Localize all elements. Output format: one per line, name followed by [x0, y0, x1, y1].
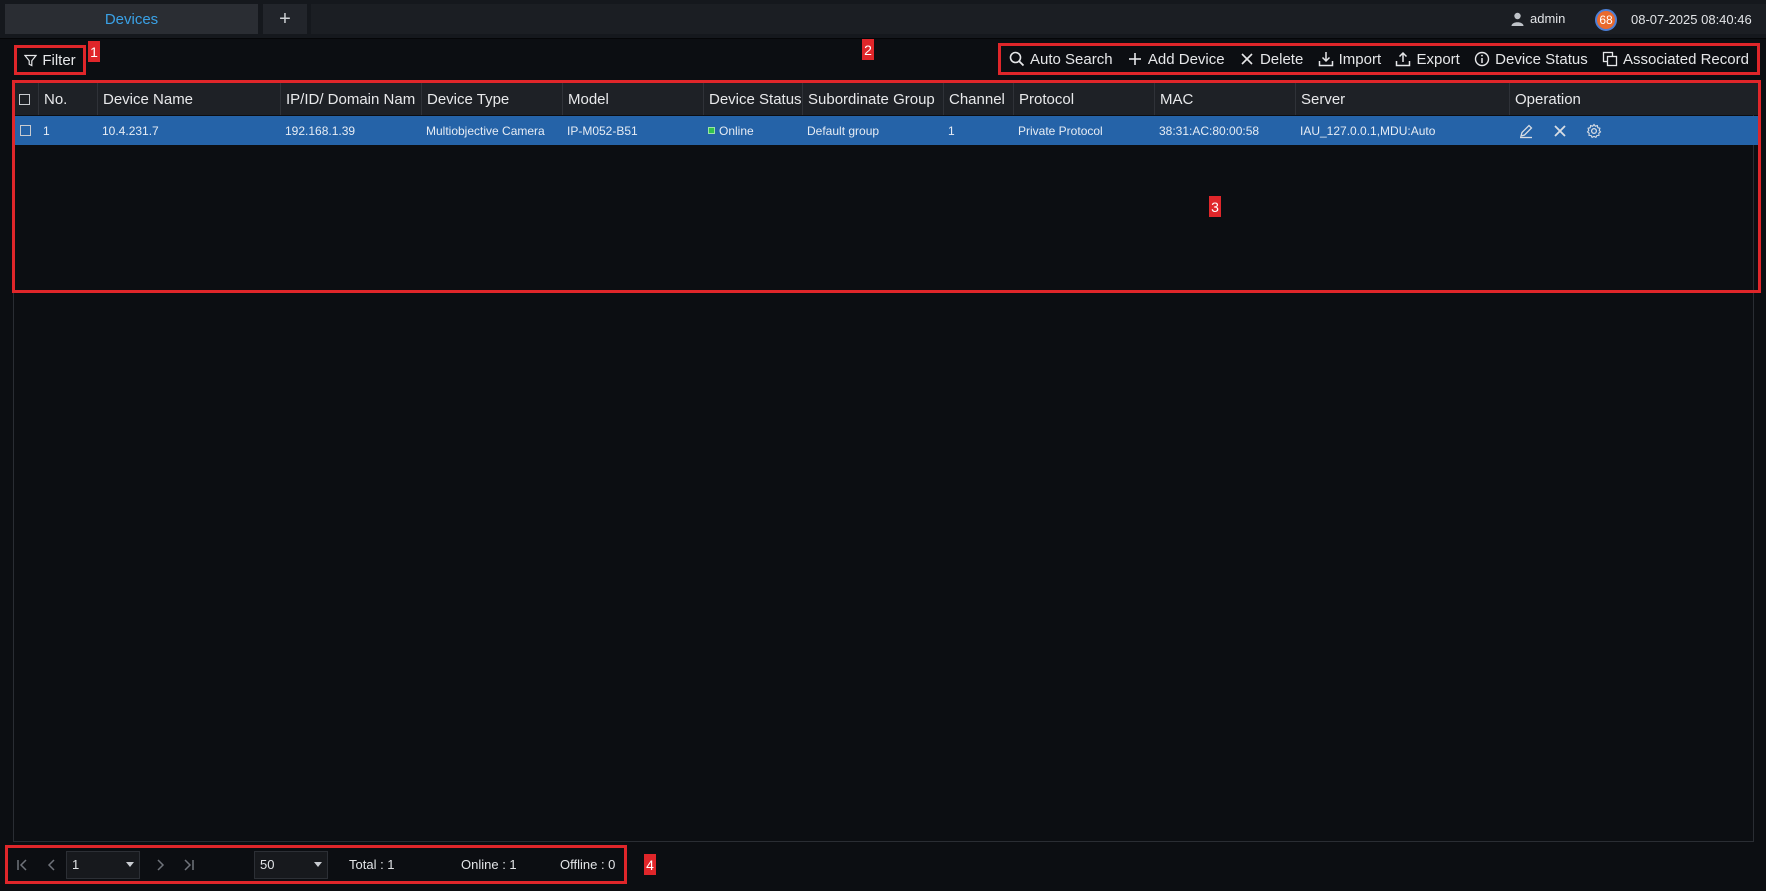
add-tab-button[interactable]: + — [263, 4, 307, 34]
delete-label: Delete — [1259, 50, 1304, 68]
delete-row-icon[interactable] — [1552, 123, 1568, 139]
prev-page-button[interactable] — [38, 858, 66, 872]
info-icon — [1474, 51, 1490, 67]
search-icon — [1009, 51, 1025, 67]
status-text: Online — [719, 123, 754, 138]
checkbox-icon — [19, 93, 30, 105]
filter-button[interactable]: Filter — [14, 45, 86, 75]
cell-device-type: Multiobjective Camera — [426, 123, 545, 138]
import-button[interactable]: Import — [1318, 50, 1382, 68]
page-size-value: 50 — [260, 857, 275, 872]
offline-count: Offline : 0 — [560, 857, 616, 872]
user-icon — [1511, 12, 1524, 26]
add-device-button[interactable]: Add Device — [1127, 51, 1225, 68]
col-device-status[interactable]: Device Status — [704, 83, 803, 115]
associated-record-label: Associated Record — [1623, 50, 1749, 68]
delete-button[interactable]: Delete — [1239, 51, 1303, 68]
plus-icon — [1128, 53, 1141, 65]
cell-protocol: Private Protocol — [1018, 123, 1103, 138]
username: admin — [1530, 11, 1566, 26]
toolbar: Auto Search Add Device Delete Import Exp… — [998, 43, 1760, 75]
table-header: No. Device Name IP/ID/ Domain Nam Device… — [15, 83, 1758, 115]
add-device-label: Add Device — [1147, 50, 1225, 68]
page-select[interactable]: 1 — [66, 850, 140, 879]
table-row[interactable]: 1 10.4.231.7 192.168.1.39 Multiobjective… — [15, 116, 1758, 145]
chevron-down-icon — [314, 862, 322, 867]
user-menu[interactable]: admin — [1511, 11, 1565, 26]
copy-icon — [1602, 51, 1618, 67]
col-channel[interactable]: Channel — [944, 83, 1014, 115]
cell-server: IAU_127.0.0.1,MDU:Auto — [1300, 123, 1436, 138]
col-operation: Operation — [1515, 90, 1581, 108]
page-value: 1 — [72, 857, 80, 872]
first-page-icon — [17, 858, 27, 871]
edit-icon[interactable] — [1518, 123, 1534, 139]
import-icon — [1318, 52, 1333, 67]
auto-search-button[interactable]: Auto Search — [1009, 51, 1113, 68]
cell-status: Online — [704, 116, 803, 145]
filter-icon — [24, 54, 38, 66]
row-checkbox[interactable] — [15, 116, 39, 145]
device-status-label: Device Status — [1495, 50, 1588, 68]
annotation-marker-4: 4 — [644, 854, 656, 875]
last-page-button[interactable] — [174, 858, 202, 872]
gear-icon[interactable] — [1586, 123, 1602, 139]
col-device-type[interactable]: Device Type — [422, 83, 563, 115]
select-all-checkbox[interactable] — [15, 83, 39, 115]
col-no[interactable]: No. — [39, 83, 98, 115]
tab-devices-label: Devices — [104, 10, 159, 28]
last-page-icon — [184, 858, 194, 871]
cell-group: Default group — [807, 123, 880, 138]
export-button[interactable]: Export — [1395, 50, 1460, 68]
col-protocol[interactable]: Protocol — [1014, 83, 1155, 115]
annotation-marker-3: 3 — [1209, 196, 1221, 217]
cell-operation — [1510, 116, 1758, 145]
annotation-marker-1: 1 — [88, 41, 100, 62]
total-count: Total : 1 — [349, 857, 395, 872]
notification-badge[interactable]: 68 — [1595, 9, 1617, 31]
col-ip[interactable]: IP/ID/ Domain Nam — [281, 83, 422, 115]
associated-record-button[interactable]: Associated Record — [1602, 51, 1749, 68]
cell-device-name: 10.4.231.7 — [102, 123, 159, 138]
add-tab-label: + — [279, 7, 291, 30]
chevron-left-icon — [47, 858, 55, 871]
tab-devices[interactable]: Devices — [5, 4, 258, 34]
cell-mac: 38:31:AC:80:00:58 — [1159, 123, 1260, 138]
col-device-name[interactable]: Device Name — [98, 83, 281, 115]
col-model[interactable]: Model — [563, 83, 704, 115]
filter-label: Filter — [42, 51, 76, 69]
auto-search-label: Auto Search — [1030, 50, 1113, 68]
checkbox-icon — [20, 125, 31, 136]
cell-model: IP-M052-B51 — [567, 123, 638, 138]
cell-no: 1 — [43, 123, 50, 138]
chevron-right-icon — [157, 858, 165, 871]
export-icon — [1396, 51, 1411, 67]
notification-count: 68 — [1599, 13, 1613, 27]
cell-channel: 1 — [948, 123, 955, 138]
online-count: Online : 1 — [461, 857, 517, 872]
import-label: Import — [1338, 50, 1382, 68]
col-subordinate-group[interactable]: Subordinate Group — [803, 83, 944, 115]
pagination-bar: 1 50 Total : 1 Online : 1 Offline : 0 — [5, 845, 627, 884]
device-status-button[interactable]: Device Status — [1474, 51, 1588, 68]
next-page-button[interactable] — [146, 858, 174, 872]
export-label: Export — [1416, 50, 1460, 68]
first-page-button[interactable] — [8, 858, 38, 872]
device-table: No. Device Name IP/ID/ Domain Nam Device… — [12, 80, 1761, 293]
col-mac[interactable]: MAC — [1155, 83, 1296, 115]
page-size-select[interactable]: 50 — [254, 850, 328, 879]
online-dot-icon — [708, 127, 715, 134]
clock: 08-07-2025 08:40:46 — [1631, 12, 1752, 27]
col-server[interactable]: Server — [1296, 83, 1510, 115]
annotation-marker-2: 2 — [862, 39, 874, 60]
chevron-down-icon — [126, 862, 134, 867]
cell-ip: 192.168.1.39 — [285, 123, 356, 138]
close-icon — [1241, 53, 1253, 65]
top-bar: Devices + admin 68 08-07-2025 08:40:46 — [0, 0, 1766, 39]
